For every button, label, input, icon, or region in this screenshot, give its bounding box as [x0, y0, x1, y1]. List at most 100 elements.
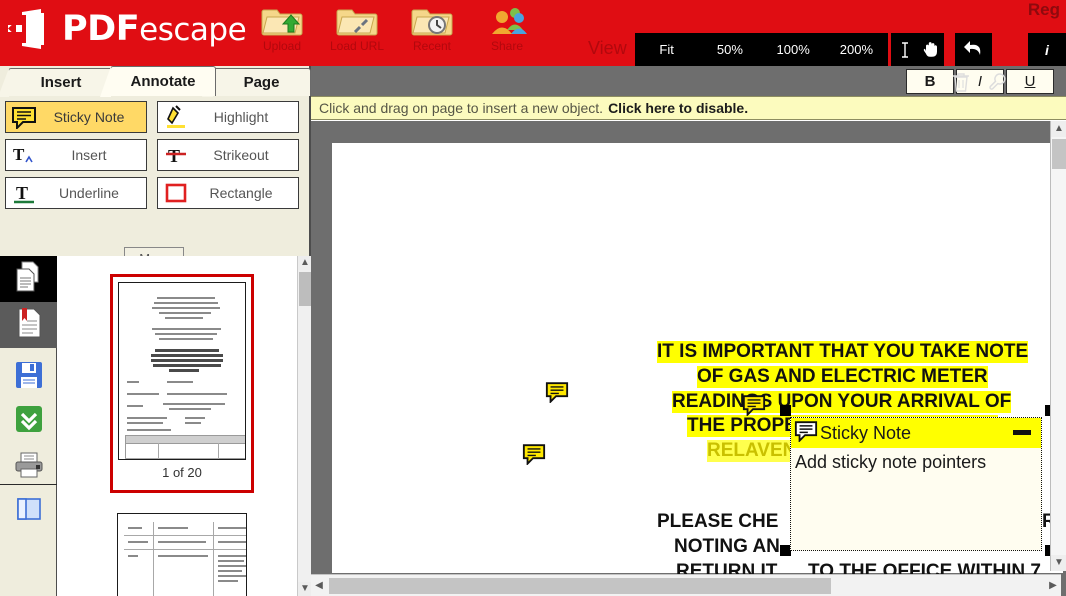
- sticky-note-icon: [794, 420, 818, 447]
- thumbnail-scrollbar-thumb[interactable]: [299, 272, 311, 306]
- rail-item-save[interactable]: [0, 354, 57, 400]
- tool-insert-label: Insert: [71, 147, 107, 163]
- tab-bar: Insert Annotate Page: [0, 66, 311, 97]
- minimize-icon[interactable]: [1013, 430, 1031, 435]
- bookmark-icon: [14, 307, 44, 344]
- folder-clock-icon: [395, 2, 469, 40]
- thumbnail-page-1[interactable]: 1 of 20: [110, 274, 254, 493]
- tab-page[interactable]: Page: [202, 68, 311, 97]
- zoom-level-group: Fit 50% 100% 200%: [635, 33, 888, 66]
- tab-page-label: Page: [243, 74, 280, 91]
- doc-vertical-scrollbar-thumb[interactable]: [1052, 139, 1066, 169]
- trash-icon[interactable]: [948, 70, 974, 94]
- doc-scroll-up-icon[interactable]: ▲: [1051, 121, 1066, 137]
- tool-rectangle[interactable]: Rectangle: [157, 177, 299, 209]
- doc-horizontal-scrollbar-thumb[interactable]: [329, 578, 831, 594]
- tool-rectangle-label: Rectangle: [209, 185, 273, 201]
- pages-icon: [14, 261, 44, 298]
- undo-group: [955, 33, 992, 66]
- sticky-note-marker-icon[interactable]: [522, 443, 546, 466]
- rail-item-window[interactable]: [0, 488, 57, 534]
- app-logo[interactable]: PDFescape: [8, 5, 247, 53]
- pointer-tools-group: [891, 33, 944, 66]
- rail-item-bookmarks[interactable]: [0, 302, 57, 348]
- doc-scroll-right-icon[interactable]: ▶: [1045, 575, 1061, 596]
- sticky-note-popup-title: Sticky Note: [820, 422, 912, 443]
- hand-icon[interactable]: [918, 33, 944, 66]
- top-red-bar: PDFescape Upload Load URL Recent Share V…: [0, 0, 1066, 66]
- recent-label: Recent: [412, 39, 452, 53]
- strikeout-icon: T: [158, 140, 194, 170]
- wrench-icon[interactable]: [985, 70, 1011, 94]
- folder-upload-icon: [245, 2, 319, 40]
- rail-item-pages[interactable]: [0, 256, 57, 302]
- doc-line-8: NOTING AN: [674, 536, 780, 557]
- sticky-note-popup[interactable]: Sticky Note Add sticky note pointers: [790, 417, 1042, 551]
- share-button[interactable]: Share: [470, 2, 544, 62]
- svg-text:T: T: [13, 145, 25, 164]
- load-url-button[interactable]: Load URL: [320, 2, 394, 62]
- page-thumbnail-pane: 1 of 20 ▲ ▼: [57, 256, 311, 596]
- thumbnail-scroll-down-icon[interactable]: ▼: [298, 582, 311, 596]
- tool-highlight[interactable]: Highlight: [157, 101, 299, 133]
- notification-action-link[interactable]: Click here to disable.: [608, 100, 748, 116]
- download-icon: [15, 405, 43, 438]
- bold-button[interactable]: B: [906, 69, 954, 94]
- tool-insert[interactable]: T Insert: [5, 139, 147, 171]
- thumbnail-scroll-up-icon[interactable]: ▲: [298, 256, 311, 270]
- share-people-icon: [470, 2, 544, 40]
- rail-item-download[interactable]: [0, 398, 57, 444]
- doc-scroll-left-icon[interactable]: ◀: [311, 575, 327, 596]
- register-link[interactable]: Reg: [1028, 0, 1060, 20]
- tool-strikeout-label: Strikeout: [213, 147, 269, 163]
- doc-scroll-down-icon[interactable]: ▼: [1051, 555, 1066, 571]
- tool-highlight-label: Highlight: [213, 109, 269, 125]
- rectangle-icon: [158, 178, 194, 208]
- pdfescape-app: PDFescape Upload Load URL Recent Share V…: [0, 0, 1066, 596]
- thumbnail-page-1-label: 1 of 20: [162, 465, 202, 480]
- recent-button[interactable]: Recent: [395, 2, 469, 62]
- sticky-note-popup-header[interactable]: Sticky Note: [791, 418, 1041, 448]
- tool-strikeout[interactable]: T Strikeout: [157, 139, 299, 171]
- doc-line-2: OF GAS AND ELECTRIC METER: [697, 366, 988, 388]
- thumbnail-page-2-preview: [117, 513, 247, 596]
- upload-label: Upload: [262, 39, 302, 53]
- zoom-200-button[interactable]: 200%: [825, 33, 888, 66]
- doc-line-1: IT IS IMPORTANT THAT YOU TAKE NOTE: [657, 341, 1029, 363]
- sticky-note-marker-icon[interactable]: [545, 381, 569, 404]
- sticky-note-marker-icon[interactable]: [742, 394, 766, 417]
- sticky-note-popup-body[interactable]: Add sticky note pointers: [791, 448, 1041, 473]
- zoom-50-button[interactable]: 50%: [698, 33, 761, 66]
- resize-handle-top-left[interactable]: [780, 405, 791, 416]
- thumbnail-page-2[interactable]: [110, 506, 254, 596]
- zoom-100-button[interactable]: 100%: [762, 33, 825, 66]
- load-url-label: Load URL: [329, 39, 385, 53]
- underline-button[interactable]: U: [1006, 69, 1054, 94]
- document-horizontal-scrollbar[interactable]: ◀ ▶: [311, 574, 1061, 596]
- text-cursor-icon[interactable]: [892, 33, 918, 66]
- tab-annotate-label: Annotate: [130, 73, 196, 90]
- zoom-fit-button[interactable]: Fit: [635, 33, 698, 66]
- window-icon: [16, 496, 42, 527]
- tool-sticky-note[interactable]: Sticky Note: [5, 101, 147, 133]
- undo-arrow-icon[interactable]: [961, 33, 987, 66]
- tool-sticky-note-label: Sticky Note: [53, 109, 125, 125]
- highlighter-icon: [158, 102, 194, 132]
- logo-pdf: PDF: [62, 8, 140, 49]
- left-icon-rail: [0, 256, 57, 596]
- info-group: i: [1028, 33, 1066, 66]
- annotate-tool-grid: Sticky Note Highlight T Insert T Strikeo…: [0, 95, 311, 269]
- share-label: Share: [490, 39, 524, 53]
- thumbnail-scrollbar[interactable]: ▲ ▼: [297, 256, 311, 596]
- tab-insert[interactable]: Insert: [0, 68, 114, 97]
- info-icon[interactable]: i: [1045, 42, 1049, 58]
- format-bar: B I U: [311, 66, 1066, 96]
- svg-text:T: T: [16, 183, 28, 203]
- tab-annotate[interactable]: Annotate: [100, 66, 216, 97]
- upload-button[interactable]: Upload: [245, 2, 319, 62]
- rail-divider: [0, 484, 57, 485]
- tool-underline[interactable]: T Underline: [5, 177, 147, 209]
- sticky-note-icon: [6, 102, 42, 132]
- document-vertical-scrollbar[interactable]: ▲ ▼: [1050, 121, 1066, 571]
- logo-escape: escape: [139, 11, 247, 48]
